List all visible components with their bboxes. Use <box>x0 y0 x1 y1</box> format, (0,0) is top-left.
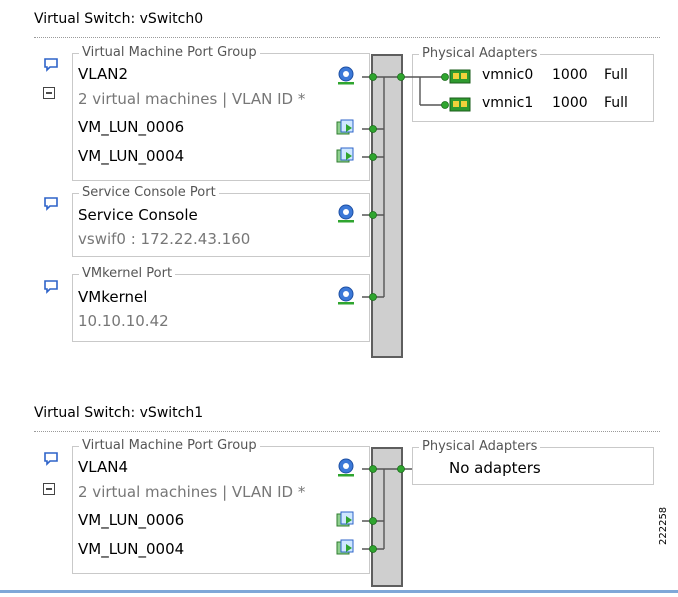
figure-code: 222258 <box>658 506 669 545</box>
vm-icon <box>336 539 354 555</box>
bottom-border <box>0 590 678 593</box>
network-globe-icon <box>338 458 354 477</box>
vswitch1-connectors <box>362 465 412 553</box>
vm-icon <box>336 511 354 527</box>
